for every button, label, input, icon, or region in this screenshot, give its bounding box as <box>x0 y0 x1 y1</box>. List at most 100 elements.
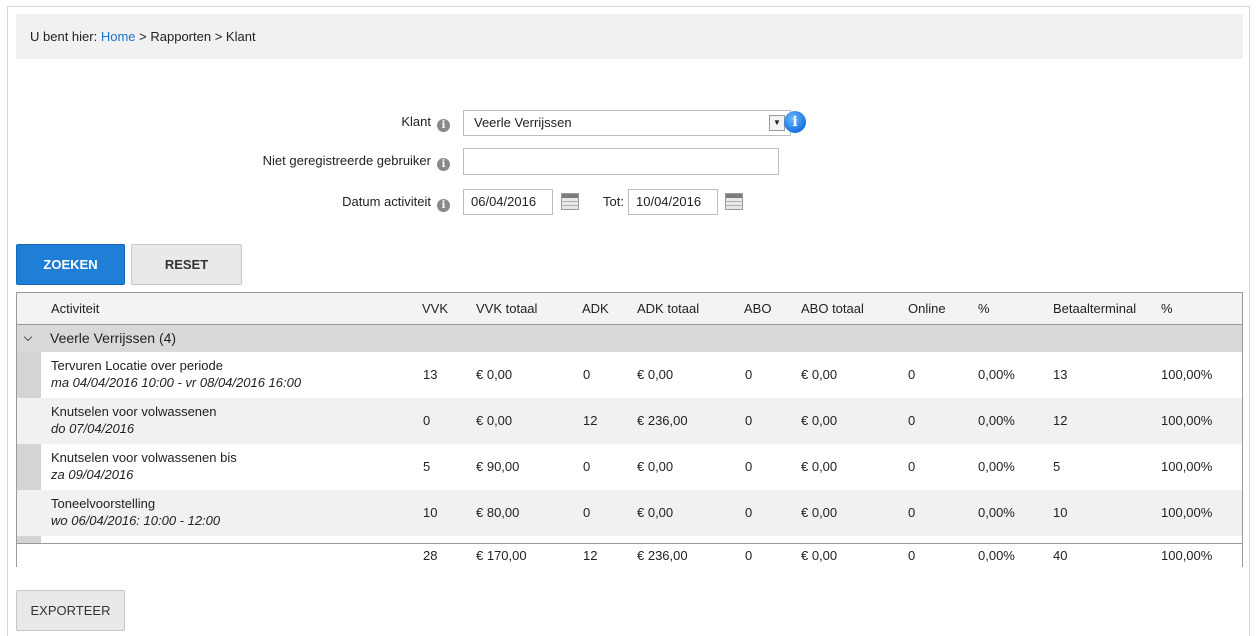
table-row[interactable]: Tervuren Locatie over periode ma 04/04/2… <box>17 352 1242 398</box>
breadcrumb-separator: > <box>214 29 223 44</box>
column-header-abo-totaal[interactable]: ABO totaal <box>801 293 864 325</box>
cell-abo: 0 <box>745 413 753 428</box>
cell-abo: 0 <box>745 459 753 474</box>
date-to-input[interactable]: 10/04/2016 <box>628 189 718 215</box>
cell-adk: 12 <box>583 413 598 428</box>
cell-vvk-totaal: € 0,00 <box>476 413 513 428</box>
export-button[interactable]: EXPORTEER <box>16 590 125 631</box>
cell-abo-totaal: € 0,00 <box>801 367 838 382</box>
info-icon[interactable]: i <box>437 199 450 212</box>
breadcrumb-home-link[interactable]: Home <box>101 29 136 44</box>
info-icon[interactable]: i <box>437 158 450 171</box>
cell-online-percent: 0,00% <box>978 505 1015 520</box>
cell-adk: 0 <box>583 459 591 474</box>
column-header-adk-totaal[interactable]: ADK totaal <box>637 293 699 325</box>
search-button[interactable]: ZOEKEN <box>16 244 125 285</box>
dropdown-arrow-icon[interactable]: ▼ <box>769 115 785 131</box>
column-header-vvk-totaal[interactable]: VVK totaal <box>476 293 537 325</box>
activity-date: wo 06/04/2016: 10:00 - 12:00 <box>51 513 221 528</box>
chevron-down-icon[interactable] <box>24 334 33 343</box>
total-abo: 0 <box>745 548 753 563</box>
date-row: Datum activiteit i 06/04/2016 Tot: 10/04/… <box>16 189 1236 217</box>
column-header-online[interactable]: Online <box>908 293 946 325</box>
activity-name: Toneelvoorstelling <box>51 496 156 511</box>
cell-vvk: 13 <box>423 367 438 382</box>
klant-row: Klant i Veerle Verrijssen ▼ i <box>16 109 1236 137</box>
column-header-adk[interactable]: ADK <box>582 293 609 325</box>
total-adk: 12 <box>583 548 598 563</box>
cell-vvk-totaal: € 80,00 <box>476 505 520 520</box>
cell-vvk: 5 <box>423 459 431 474</box>
calendar-icon[interactable] <box>725 193 743 210</box>
column-header-activiteit[interactable]: Activiteit <box>51 293 99 325</box>
cell-abo-totaal: € 0,00 <box>801 505 838 520</box>
activity-date: do 07/04/2016 <box>51 421 135 436</box>
unregistered-label-wrap: Niet geregistreerde gebruiker i <box>263 148 450 174</box>
total-vvk: 28 <box>423 548 438 563</box>
activity-date: ma 04/04/2016 10:00 - vr 08/04/2016 16:0… <box>51 375 302 390</box>
cell-adk: 0 <box>583 367 591 382</box>
group-row[interactable]: Veerle Verrijssen (4) <box>17 325 1242 352</box>
cell-online: 0 <box>908 367 916 382</box>
klant-label: Klant <box>401 114 431 129</box>
cell-betaalterminal-percent: 100,00% <box>1161 413 1213 428</box>
klant-info-icon[interactable]: i <box>784 111 806 133</box>
klant-label-wrap: Klant i <box>401 109 450 135</box>
cell-adk-totaal: € 0,00 <box>637 459 674 474</box>
cell-betaalterminal: 10 <box>1053 505 1068 520</box>
info-icon[interactable]: i <box>437 119 450 132</box>
table-row[interactable]: Knutselen voor volwassenen bis za 09/04/… <box>17 444 1242 490</box>
cell-abo: 0 <box>745 367 753 382</box>
activity-date: za 09/04/2016 <box>51 467 134 482</box>
date-label: Datum activiteit <box>342 194 431 209</box>
cell-online: 0 <box>908 505 916 520</box>
table-row[interactable]: Toneelvoorstelling wo 06/04/2016: 10:00 … <box>17 490 1242 536</box>
breadcrumb-separator: > <box>139 29 147 44</box>
cell-online-percent: 0,00% <box>978 413 1015 428</box>
activity-name: Tervuren Locatie over periode <box>51 358 223 373</box>
unregistered-row: Niet geregistreerde gebruiker i <box>16 148 1236 176</box>
total-vvk-totaal: € 170,00 <box>476 548 527 563</box>
total-abo-totaal: € 0,00 <box>801 548 838 563</box>
cell-abo: 0 <box>745 505 753 520</box>
date-label-wrap: Datum activiteit i <box>342 189 450 215</box>
klant-select[interactable]: Veerle Verrijssen ▼ <box>463 110 791 136</box>
table-row[interactable]: Knutselen voor volwassenen do 07/04/2016… <box>17 398 1242 444</box>
cell-vvk: 10 <box>423 505 438 520</box>
table-header: Activiteit VVK VVK totaal ADK ADK totaal… <box>17 293 1242 325</box>
cell-adk-totaal: € 0,00 <box>637 505 674 520</box>
date-from-value: 06/04/2016 <box>471 194 537 209</box>
column-header-online-percent[interactable]: % <box>978 293 990 325</box>
column-header-abo[interactable]: ABO <box>744 293 771 325</box>
breadcrumb-item-rapporten: Rapporten <box>150 29 212 44</box>
date-from-input[interactable]: 06/04/2016 <box>463 189 553 215</box>
column-header-betaalterminal-percent[interactable]: % <box>1161 293 1173 325</box>
column-header-betaalterminal[interactable]: Betaalterminal <box>1053 293 1136 325</box>
total-online: 0 <box>908 548 916 563</box>
cell-online-percent: 0,00% <box>978 459 1015 474</box>
cell-vvk-totaal: € 90,00 <box>476 459 520 474</box>
calendar-icon[interactable] <box>561 193 579 210</box>
unregistered-user-input[interactable] <box>463 148 779 175</box>
cell-betaalterminal-percent: 100,00% <box>1161 367 1213 382</box>
report-table: Activiteit VVK VVK totaal ADK ADK totaal… <box>16 292 1243 567</box>
group-label: Veerle Verrijssen (4) <box>50 330 177 346</box>
cell-betaalterminal: 12 <box>1053 413 1068 428</box>
breadcrumb-item-klant: Klant <box>225 29 256 44</box>
reset-button[interactable]: RESET <box>131 244 242 285</box>
cell-online: 0 <box>908 413 916 428</box>
breadcrumb-prefix: U bent hier: <box>30 29 98 44</box>
cell-abo-totaal: € 0,00 <box>801 459 838 474</box>
date-to-label: Tot: <box>603 194 624 209</box>
breadcrumb: U bent hier: Home > Rapporten > Klant <box>16 14 1243 59</box>
cell-abo-totaal: € 0,00 <box>801 413 838 428</box>
total-adk-totaal: € 236,00 <box>637 548 688 563</box>
total-betaalterminal: 40 <box>1053 548 1068 563</box>
cell-online-percent: 0,00% <box>978 367 1015 382</box>
cell-betaalterminal: 5 <box>1053 459 1061 474</box>
activity-name: Knutselen voor volwassenen bis <box>51 450 237 465</box>
column-header-vvk[interactable]: VVK <box>422 293 448 325</box>
cell-adk-totaal: € 0,00 <box>637 367 674 382</box>
cell-betaalterminal: 13 <box>1053 367 1068 382</box>
cell-adk-totaal: € 236,00 <box>637 413 688 428</box>
